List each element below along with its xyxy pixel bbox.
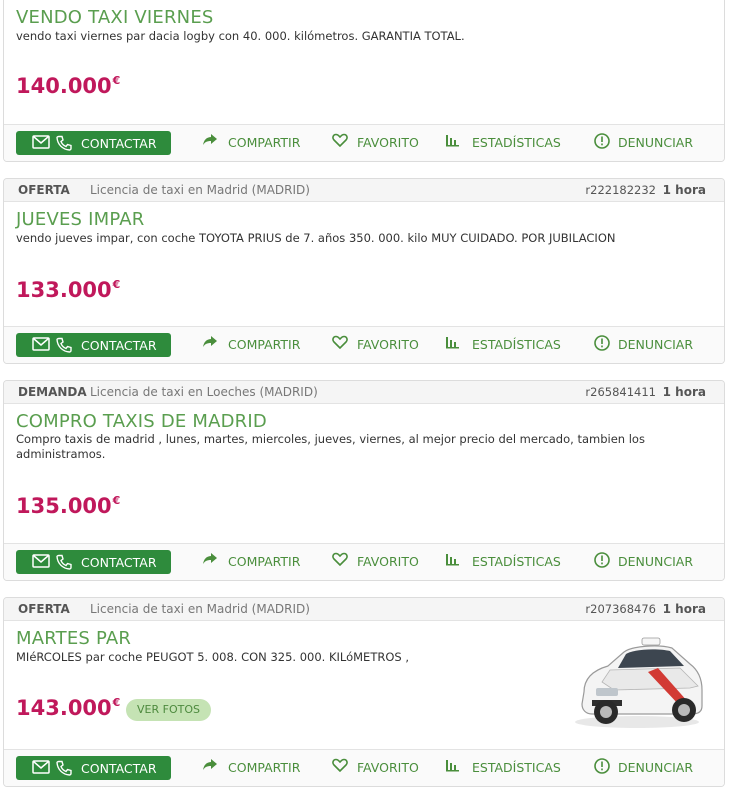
listing-description: vendo jueves impar, con coche TOYOTA PRI…: [16, 231, 616, 245]
listing-card: VENDO TAXI VIERNES vendo taxi viernes pa…: [3, 0, 725, 162]
listing-location[interactable]: Licencia de taxi en Madrid (MADRID): [90, 598, 310, 620]
heart-icon: [332, 552, 348, 566]
bar-chart-icon: [446, 135, 459, 147]
alert-icon: [594, 552, 610, 568]
contact-label: CONTACTAR: [81, 555, 157, 570]
listing-header: OFERTA Licencia de taxi en Madrid (MADRI…: [4, 598, 724, 621]
bar-chart-icon: [446, 337, 459, 349]
listing-location[interactable]: Licencia de taxi en Madrid (MADRID): [90, 179, 310, 201]
listing-type: OFERTA: [18, 183, 70, 197]
listing-price: 133.000€: [16, 278, 121, 302]
share-icon: [203, 134, 217, 145]
phone-icon: [56, 135, 72, 154]
view-photos-button[interactable]: VER FOTOS: [126, 699, 211, 721]
listing-actions: CONTACTAR COMPARTIR FAVORITO ESTADÍSTICA…: [4, 543, 724, 580]
bar-chart-icon: [446, 760, 459, 772]
listing-card: OFERTA Licencia de taxi en Madrid (MADRI…: [3, 597, 725, 787]
listing-actions: CONTACTAR COMPARTIR FAVORITO ESTADÍSTICA…: [4, 326, 724, 363]
contact-label: CONTACTAR: [81, 338, 157, 353]
listing-header: DEMANDA Licencia de taxi en Loeches (MAD…: [4, 381, 724, 404]
bar-chart-icon: [446, 554, 459, 566]
mail-icon: [32, 337, 50, 354]
heart-icon: [332, 133, 348, 147]
alert-icon: [594, 758, 610, 774]
listing-description: Compro taxis de madrid , lunes, martes, …: [16, 432, 645, 461]
listing-card: DEMANDA Licencia de taxi en Loeches (MAD…: [3, 380, 725, 581]
listing-title[interactable]: COMPRO TAXIS DE MADRID: [16, 411, 267, 432]
listing-description: vendo taxi viernes par dacia logby con 4…: [16, 29, 465, 43]
phone-icon: [56, 760, 72, 779]
listing-ref: r222182232: [585, 183, 656, 197]
listing-header: OFERTA Licencia de taxi en Madrid (MADRI…: [4, 179, 724, 202]
alert-icon: [594, 133, 610, 149]
mail-icon: [32, 760, 50, 777]
contact-label: CONTACTAR: [81, 136, 157, 151]
listing-type: DEMANDA: [18, 385, 87, 399]
phone-icon: [56, 337, 72, 356]
share-icon: [203, 553, 217, 564]
listing-description: MIéRCOLES par coche PEUGOT 5. 008. CON 3…: [16, 650, 409, 664]
listing-time: 1 hora: [662, 183, 706, 197]
share-icon: [203, 336, 217, 347]
listing-title[interactable]: VENDO TAXI VIERNES: [16, 7, 214, 28]
heart-icon: [332, 758, 348, 772]
mail-icon: [32, 135, 50, 152]
listing-time: 1 hora: [662, 385, 706, 399]
share-icon: [203, 759, 217, 770]
listing-ref: r207368476: [585, 602, 656, 616]
listing-time: 1 hora: [662, 602, 706, 616]
listing-title[interactable]: JUEVES IMPAR: [16, 209, 144, 230]
contact-button[interactable]: CONTACTAR: [16, 333, 171, 357]
taxi-car-image: [575, 637, 703, 728]
listing-actions: CONTACTAR COMPARTIR FAVORITO ESTADÍSTICA…: [4, 124, 724, 161]
listing-ref: r265841411: [585, 385, 656, 399]
contact-label: CONTACTAR: [81, 761, 157, 776]
listing-card: OFERTA Licencia de taxi en Madrid (MADRI…: [3, 178, 725, 364]
contact-button[interactable]: CONTACTAR: [16, 131, 171, 155]
listing-location[interactable]: Licencia de taxi en Loeches (MADRID): [90, 381, 318, 403]
listing-price: 135.000€: [16, 494, 121, 518]
listing-price: 140.000€: [16, 74, 121, 98]
contact-button[interactable]: CONTACTAR: [16, 550, 171, 574]
listing-price: 143.000€: [16, 696, 121, 720]
phone-icon: [56, 554, 72, 573]
contact-button[interactable]: CONTACTAR: [16, 756, 171, 780]
heart-icon: [332, 335, 348, 349]
listing-photo[interactable]: [562, 626, 712, 736]
listing-type: OFERTA: [18, 602, 70, 616]
mail-icon: [32, 554, 50, 571]
listing-actions: CONTACTAR COMPARTIR FAVORITO ESTADÍSTICA…: [4, 749, 724, 786]
alert-icon: [594, 335, 610, 351]
listing-title[interactable]: MARTES PAR: [16, 628, 131, 649]
